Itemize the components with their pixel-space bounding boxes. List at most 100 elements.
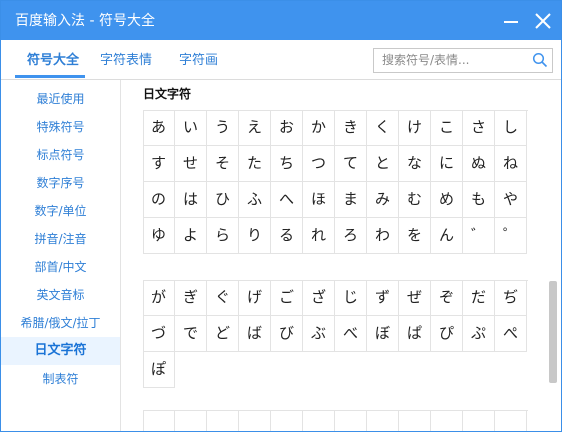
symbol-cell[interactable]: や bbox=[495, 182, 527, 218]
symbol-cell[interactable]: む bbox=[399, 182, 431, 218]
symbol-cell[interactable]: ぐ bbox=[207, 280, 239, 316]
symbol-cell[interactable]: つ bbox=[303, 146, 335, 182]
symbol-cell[interactable]: ぱ bbox=[399, 316, 431, 352]
symbol-cell[interactable]: ぼ bbox=[367, 316, 399, 352]
symbol-cell[interactable]: は bbox=[175, 182, 207, 218]
symbol-cell[interactable]: ぷ bbox=[463, 316, 495, 352]
symbol-cell[interactable]: せ bbox=[175, 146, 207, 182]
symbol-cell[interactable]: さ bbox=[463, 110, 495, 146]
symbol-cell[interactable]: わ bbox=[367, 218, 399, 254]
sidebar-item-recent[interactable]: 最近使用 bbox=[1, 85, 120, 113]
symbol-cell[interactable]: ぎ bbox=[175, 280, 207, 316]
symbol-cell[interactable]: ま bbox=[335, 182, 367, 218]
symbol-cell[interactable]: に bbox=[431, 146, 463, 182]
symbol-cell[interactable]: じ bbox=[335, 280, 367, 316]
symbol-cell[interactable]: て bbox=[335, 146, 367, 182]
symbol-cell[interactable]: へ bbox=[271, 182, 303, 218]
sidebar-item-numbers-units[interactable]: 数字/单位 bbox=[1, 197, 120, 225]
symbol-cell[interactable]: し bbox=[495, 110, 527, 146]
symbol-cell[interactable] bbox=[431, 410, 463, 431]
sidebar-item-box-drawing[interactable]: 制表符 bbox=[1, 365, 120, 393]
symbol-cell[interactable] bbox=[367, 410, 399, 431]
symbol-cell[interactable] bbox=[175, 410, 207, 431]
symbol-cell[interactable]: ず bbox=[367, 280, 399, 316]
symbol-cell[interactable]: ら bbox=[207, 218, 239, 254]
symbol-cell[interactable]: よ bbox=[175, 218, 207, 254]
symbol-cell[interactable]: ぞ bbox=[431, 280, 463, 316]
symbol-cell[interactable]: す bbox=[143, 146, 175, 182]
symbol-cell[interactable] bbox=[495, 410, 527, 431]
symbol-cell[interactable]: き bbox=[335, 110, 367, 146]
symbol-cell[interactable]: る bbox=[271, 218, 303, 254]
symbol-cell[interactable]: ざ bbox=[303, 280, 335, 316]
symbol-cell[interactable]: づ bbox=[143, 316, 175, 352]
symbol-cell[interactable]: み bbox=[367, 182, 399, 218]
symbol-cell[interactable] bbox=[303, 410, 335, 431]
symbol-cell[interactable]: だ bbox=[463, 280, 495, 316]
tab-symbols[interactable]: 符号大全 bbox=[27, 52, 79, 69]
sidebar-item-pinyin[interactable]: 拼音/注音 bbox=[1, 225, 120, 253]
symbol-cell[interactable]: え bbox=[239, 110, 271, 146]
symbol-cell[interactable] bbox=[463, 410, 495, 431]
symbol-cell[interactable]: ひ bbox=[207, 182, 239, 218]
symbol-cell[interactable]: ち bbox=[271, 146, 303, 182]
symbol-cell[interactable]: た bbox=[239, 146, 271, 182]
symbol-cell[interactable]: も bbox=[463, 182, 495, 218]
symbol-cell[interactable]: そ bbox=[207, 146, 239, 182]
close-button[interactable] bbox=[529, 7, 557, 35]
symbol-cell[interactable] bbox=[143, 410, 175, 431]
symbol-cell[interactable]: ご bbox=[271, 280, 303, 316]
sidebar-item-greek-russian-latin[interactable]: 希腊/俄文/拉丁 bbox=[1, 309, 120, 337]
symbol-cell[interactable]: ぴ bbox=[431, 316, 463, 352]
symbol-cell[interactable]: ぜ bbox=[399, 280, 431, 316]
symbol-cell[interactable]: ぬ bbox=[463, 146, 495, 182]
search-input[interactable]: 搜索符号/表情... bbox=[373, 48, 553, 73]
symbol-cell[interactable]: ど bbox=[207, 316, 239, 352]
sidebar-item-punctuation[interactable]: 标点符号 bbox=[1, 141, 120, 169]
symbol-cell[interactable]: か bbox=[303, 110, 335, 146]
symbol-cell[interactable]: を bbox=[399, 218, 431, 254]
symbol-cell[interactable]: く bbox=[367, 110, 399, 146]
symbol-cell[interactable]: ふ bbox=[239, 182, 271, 218]
symbol-cell[interactable]: で bbox=[175, 316, 207, 352]
symbol-cell[interactable] bbox=[399, 410, 431, 431]
symbol-cell[interactable]: げ bbox=[239, 280, 271, 316]
symbol-cell[interactable]: ば bbox=[239, 316, 271, 352]
symbol-cell[interactable]: あ bbox=[143, 110, 175, 146]
symbol-cell[interactable]: ぢ bbox=[495, 280, 527, 316]
symbol-cell[interactable]: ん bbox=[431, 218, 463, 254]
scrollbar-thumb[interactable] bbox=[549, 281, 557, 383]
sidebar-item-special[interactable]: 特殊符号 bbox=[1, 113, 120, 141]
symbol-cell[interactable] bbox=[335, 410, 367, 431]
symbol-cell[interactable]: ほ bbox=[303, 182, 335, 218]
symbol-cell[interactable]: け bbox=[399, 110, 431, 146]
symbol-cell[interactable]: び bbox=[271, 316, 303, 352]
symbol-cell[interactable] bbox=[239, 410, 271, 431]
sidebar-item-numbering[interactable]: 数字序号 bbox=[1, 169, 120, 197]
sidebar-item-radicals[interactable]: 部首/中文 bbox=[1, 253, 120, 281]
symbol-cell[interactable]: な bbox=[399, 146, 431, 182]
symbol-cell[interactable] bbox=[207, 410, 239, 431]
symbol-cell[interactable]: ぽ bbox=[143, 352, 175, 388]
symbol-cell[interactable]: ゆ bbox=[143, 218, 175, 254]
sidebar-item-japanese[interactable]: 日文字符 bbox=[1, 337, 120, 365]
symbol-cell[interactable]: ゜ bbox=[495, 218, 527, 254]
symbol-cell[interactable]: め bbox=[431, 182, 463, 218]
symbol-cell[interactable]: ぶ bbox=[303, 316, 335, 352]
symbol-cell[interactable]: べ bbox=[335, 316, 367, 352]
symbol-cell[interactable]: ね bbox=[495, 146, 527, 182]
symbol-cell[interactable]: が bbox=[143, 280, 175, 316]
symbol-cell[interactable]: ゛ bbox=[463, 218, 495, 254]
symbol-cell[interactable]: う bbox=[207, 110, 239, 146]
symbol-cell[interactable]: ろ bbox=[335, 218, 367, 254]
sidebar-item-phonetics[interactable]: 英文音标 bbox=[1, 281, 120, 309]
symbol-cell[interactable]: お bbox=[271, 110, 303, 146]
search-icon[interactable] bbox=[532, 52, 548, 68]
symbol-cell[interactable]: れ bbox=[303, 218, 335, 254]
symbol-cell[interactable]: ぺ bbox=[495, 316, 527, 352]
minimize-button[interactable] bbox=[497, 7, 525, 35]
symbol-cell[interactable]: の bbox=[143, 182, 175, 218]
tab-emoticons[interactable]: 字符表情 bbox=[100, 52, 152, 69]
symbol-cell[interactable]: い bbox=[175, 110, 207, 146]
symbol-cell[interactable]: り bbox=[239, 218, 271, 254]
